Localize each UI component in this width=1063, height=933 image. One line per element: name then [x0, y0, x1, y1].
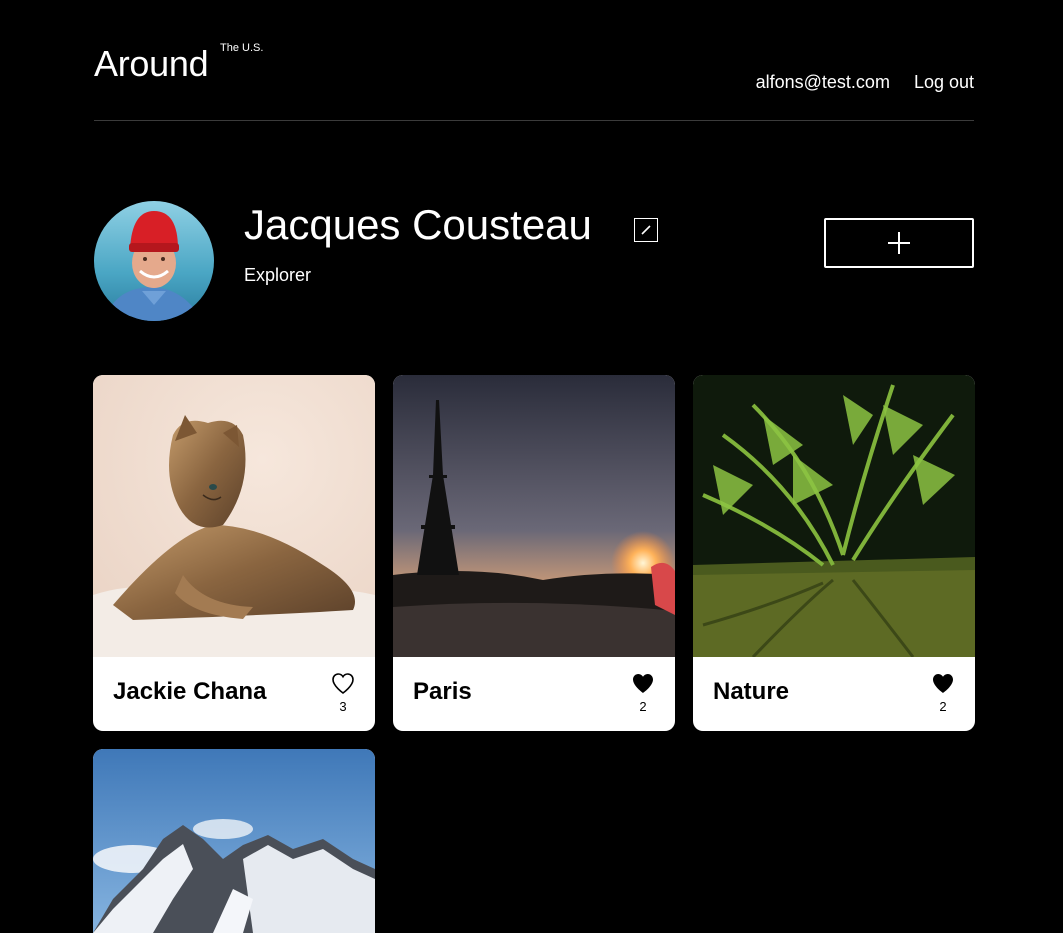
- like-count: 2: [939, 699, 947, 714]
- heart-outline-icon[interactable]: [331, 672, 355, 696]
- card-title: Nature: [713, 678, 790, 705]
- heart-filled-icon[interactable]: [631, 672, 655, 696]
- user-email-link[interactable]: alfons@test.com: [756, 71, 890, 93]
- header: Around The U.S. alfons@test.com Log out: [94, 0, 974, 121]
- like-count: 2: [639, 699, 647, 714]
- avatar[interactable]: [94, 201, 214, 321]
- add-card-button[interactable]: [824, 218, 974, 268]
- card-title: Paris: [413, 678, 472, 705]
- profile-section: Jacques Cousteau Explorer: [94, 201, 974, 321]
- logo: Around: [94, 43, 209, 84]
- place-card: Paris 2: [393, 375, 675, 731]
- header-nav: alfons@test.com Log out: [756, 71, 974, 93]
- heart-filled-icon[interactable]: [931, 672, 955, 696]
- card-image[interactable]: [393, 375, 675, 657]
- logout-link[interactable]: Log out: [914, 71, 974, 93]
- pencil-icon: [641, 225, 651, 235]
- place-card: [93, 749, 375, 933]
- card-title: Jackie Chana: [113, 678, 267, 705]
- plus-icon: [888, 232, 910, 254]
- card-image[interactable]: [693, 375, 975, 659]
- place-card: Jackie Chana 3: [93, 375, 375, 731]
- like-count: 3: [339, 699, 347, 714]
- card-image[interactable]: [93, 375, 375, 657]
- edit-profile-button[interactable]: [634, 218, 658, 242]
- card-image[interactable]: [93, 749, 375, 933]
- place-card: Nature 2: [693, 375, 975, 731]
- profile-name: Jacques Cousteau: [244, 201, 592, 248]
- logo-superscript: The U.S.: [220, 42, 264, 54]
- profile-about: Explorer: [244, 265, 312, 285]
